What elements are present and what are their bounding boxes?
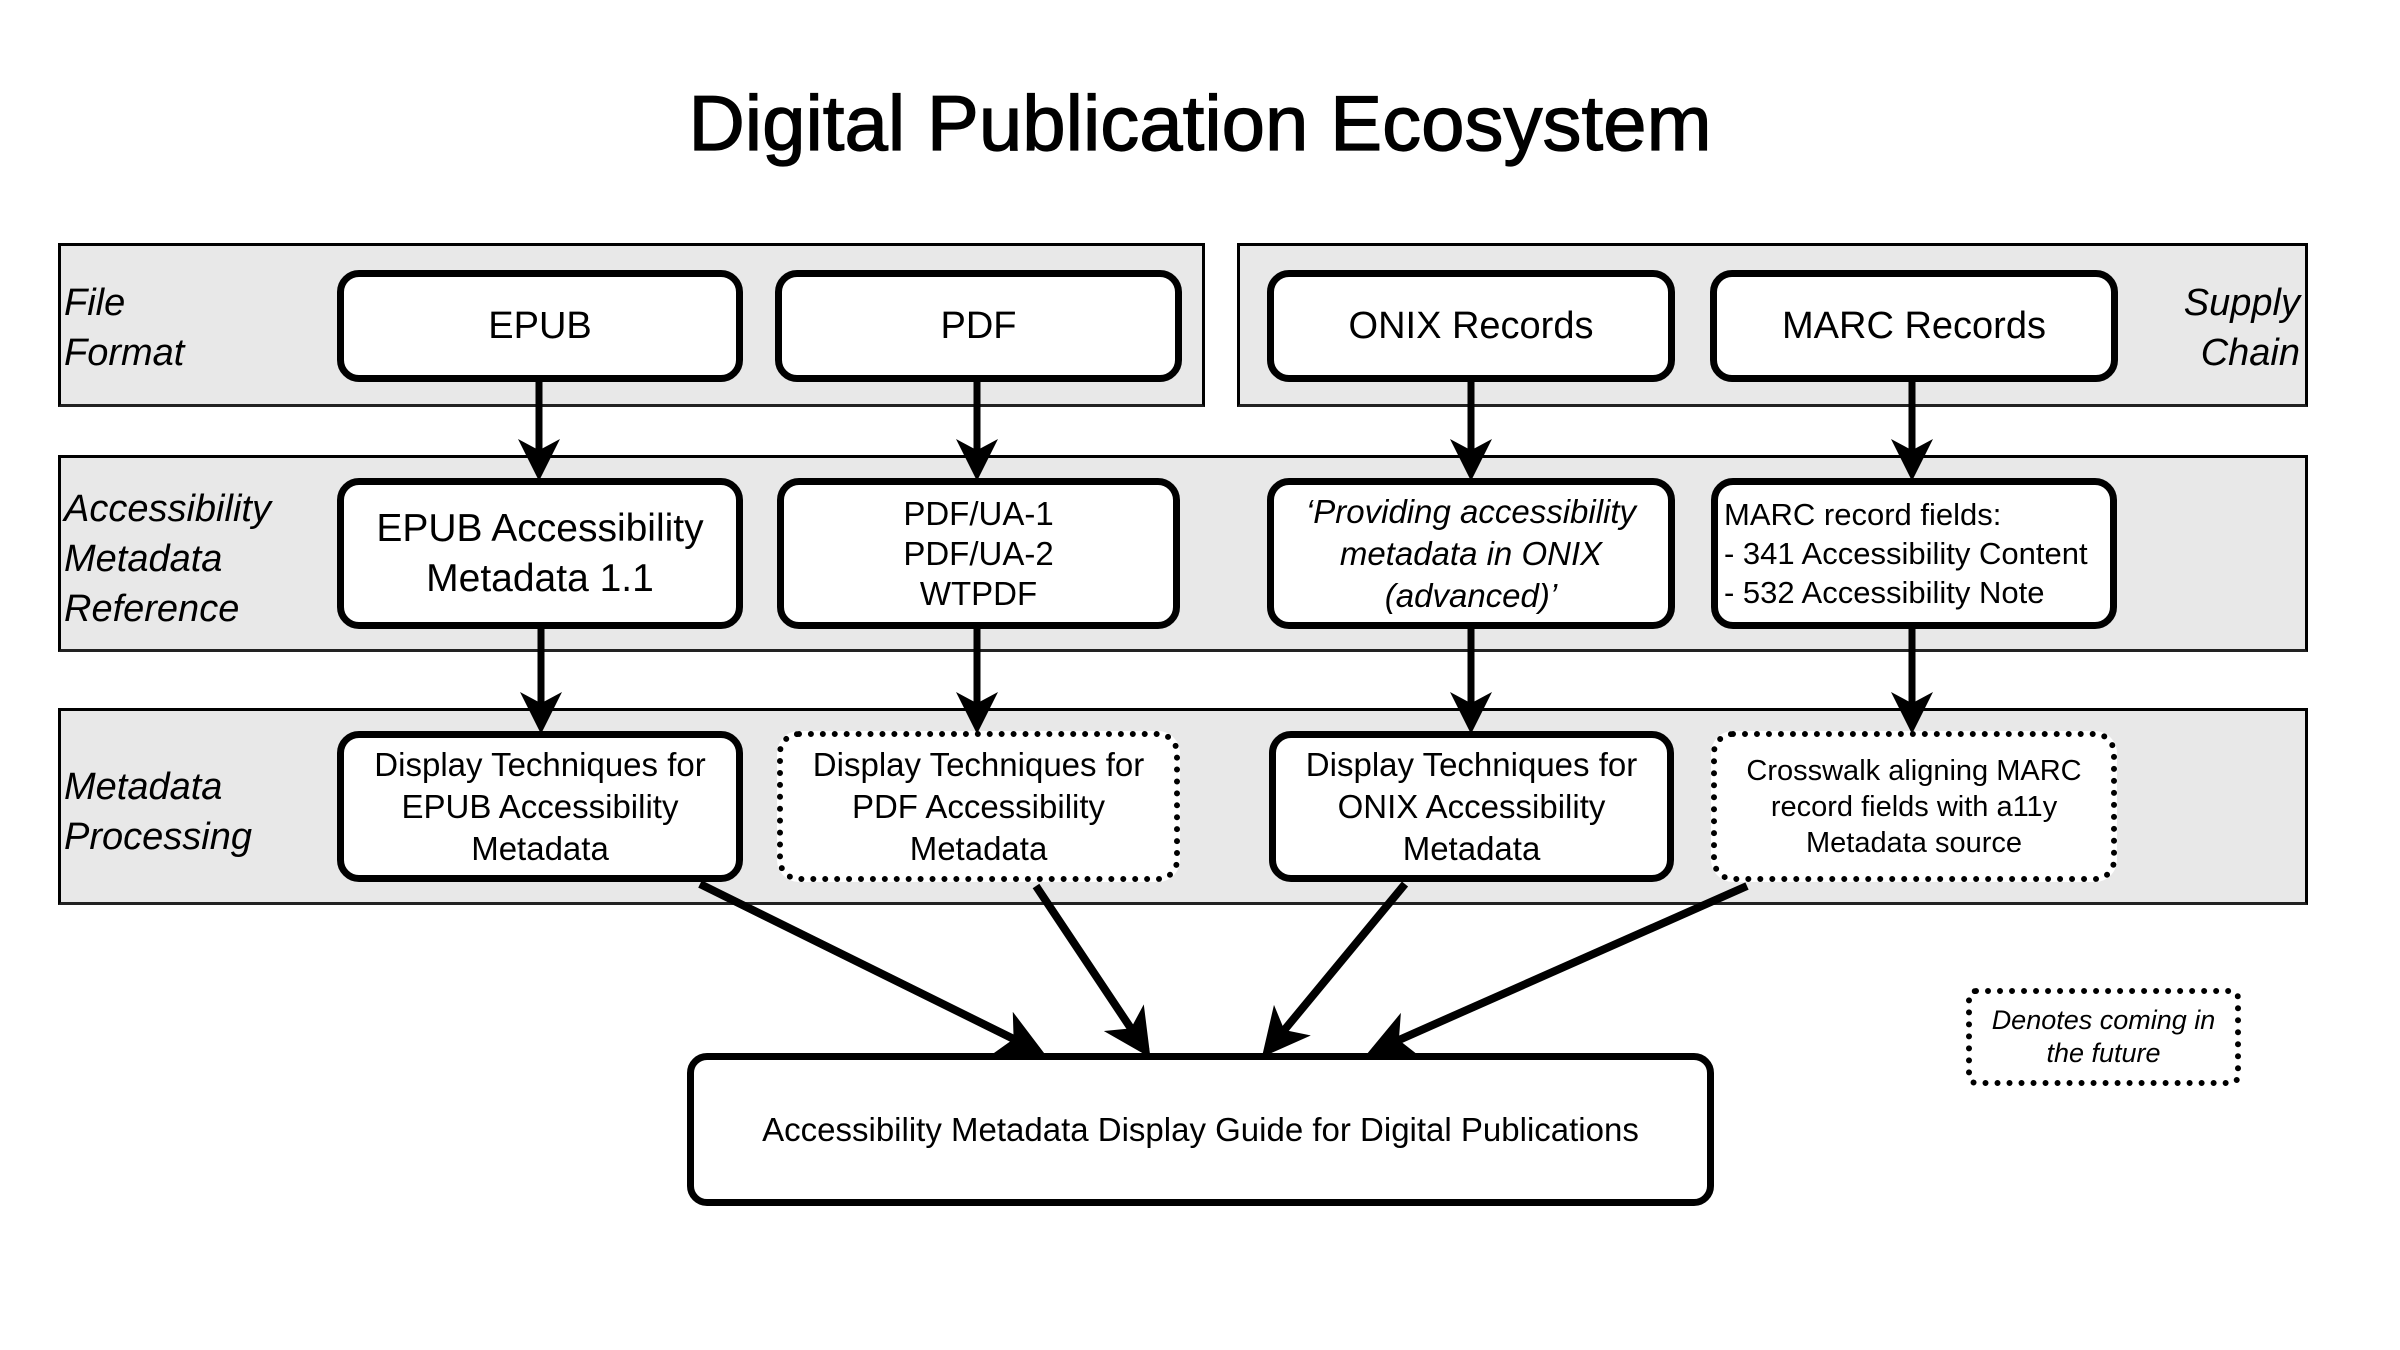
epub-display-techniques-label: Display Techniques for EPUB Accessibilit… [374,745,706,867]
arrow-onix_proc-to-guide [1261,881,1409,1058]
epub-node: EPUB [337,270,743,382]
epub-display-techniques-node: Display Techniques for EPUB Accessibilit… [337,731,743,882]
pdf-ua-node: PDF/UA-1 PDF/UA-2 WTPDF [777,478,1180,629]
arrow-marc_proc-to-guide [1366,882,1749,1057]
marc-crosswalk-label: Crosswalk aligning MARC record fields wi… [1746,754,2082,859]
display-guide-label: Accessibility Metadata Display Guide for… [762,1110,1639,1148]
onix-display-techniques-node: Display Techniques for ONIX Accessibilit… [1269,731,1674,882]
supply-chain-label: Supply Chain [2183,282,2300,374]
diagram-title: Digital Publication Ecosystem [688,78,1712,167]
future-legend: Denotes coming in the future [1966,988,2241,1086]
onix-records-label: ONIX Records [1348,304,1594,347]
onix-records-node: ONIX Records [1267,270,1675,382]
pdf-display-techniques-node: Display Techniques for PDF Accessibility… [777,731,1180,882]
display-guide-node: Accessibility Metadata Display Guide for… [687,1053,1714,1206]
arrow-pdf_proc-to-guide [1032,883,1151,1058]
reference-label: Accessibility Metadata Reference [64,488,271,630]
marc-fields-node: MARC record fields: - 341 Accessibility … [1711,478,2117,629]
pdf-ua-label: PDF/UA-1 PDF/UA-2 WTPDF [903,494,1054,612]
marc-fields-label: MARC record fields: - 341 Accessibility … [1724,497,2088,610]
onix-display-techniques-label: Display Techniques for ONIX Accessibilit… [1305,745,1638,867]
pdf-display-techniques-label: Display Techniques for PDF Accessibility… [812,745,1145,867]
epub-a11y-metadata-node: EPUB Accessibility Metadata 1.1 [337,478,743,629]
pdf-node-label: PDF [940,304,1017,347]
marc-crosswalk-node: Crosswalk aligning MARC record fields wi… [1711,731,2117,882]
epub-node-label: EPUB [488,304,592,347]
marc-records-label: MARC Records [1782,304,2046,347]
marc-records-node: MARC Records [1710,270,2118,382]
pdf-node: PDF [775,270,1182,382]
onix-guidance-label: ‘Providing accessibility metadata in ONI… [1305,492,1637,614]
onix-guidance-node: ‘Providing accessibility metadata in ONI… [1267,478,1675,629]
arrow-epub_proc-to-guide [698,880,1046,1055]
processing-label: Metadata Processing [64,766,252,858]
file-format-label: File Format [64,282,185,374]
epub-a11y-metadata-label: EPUB Accessibility Metadata 1.1 [376,506,704,600]
